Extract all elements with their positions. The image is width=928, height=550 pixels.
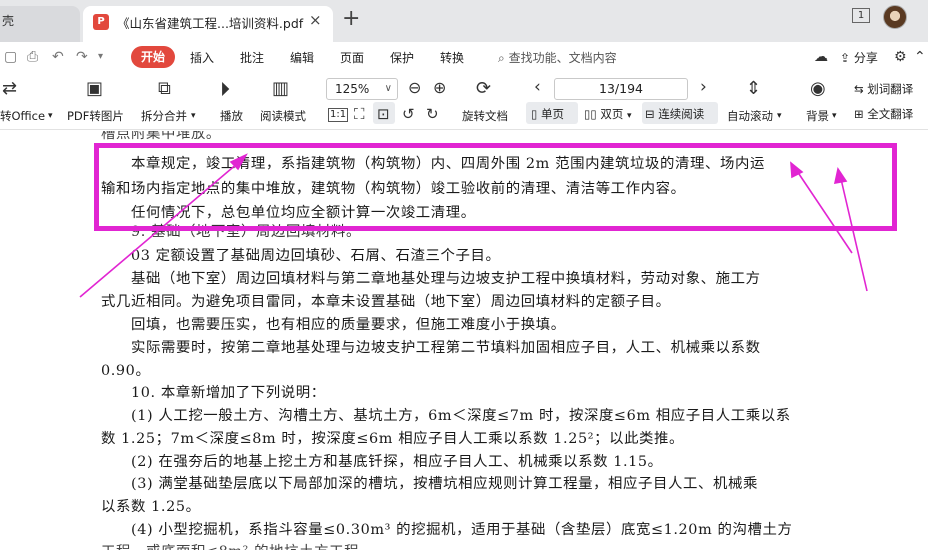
- full-translate-icon: ⊞: [854, 107, 864, 121]
- doc-line: (1) 人工挖一般土方、沟槽土方、基坑土方，6m＜深度≤7m 时，按深度≤6m …: [101, 408, 791, 424]
- single-page-label: 单页: [541, 107, 564, 121]
- doc-line: (3) 满堂基础垫层底以下局部加深的槽坑，按槽坑相应规则计算工程量，相应子目人工…: [101, 476, 758, 492]
- chevron-down-icon[interactable]: ▾: [777, 111, 782, 121]
- split-merge-icon[interactable]: ⧉: [158, 78, 171, 99]
- zoom-in-icon[interactable]: ⊕: [433, 78, 446, 97]
- doc-line: 以系数 1.25。: [101, 499, 201, 515]
- search-placeholder: 查找功能、文档内容: [508, 51, 617, 65]
- menu-start-button[interactable]: 开始: [131, 46, 175, 68]
- share-button[interactable]: ⇪ 分享: [840, 49, 878, 66]
- word-translate-label: 划词翻译: [867, 82, 914, 96]
- double-page-button[interactable]: ▯▯ 双页 ▾: [584, 106, 632, 122]
- continuous-icon: ⊟: [645, 107, 655, 121]
- doc-line: 实际需要时，按第二章地基处理与边坡支护工程第二节填料加固相应子目，人工、机械乘以…: [101, 340, 761, 356]
- read-mode-button[interactable]: 阅读模式: [260, 108, 306, 124]
- highlight-annotation-box: [94, 143, 897, 231]
- doc-line: 基础（地下室）周边回填材料与第二章地基处理与边坡支护工程中换填材料，劳动对象、施…: [101, 271, 761, 287]
- cloud-sync-icon[interactable]: ☁: [814, 49, 828, 65]
- convert-office-icon[interactable]: ⇄: [2, 78, 17, 99]
- new-tab-icon[interactable]: +: [342, 8, 360, 30]
- share-label: 分享: [853, 51, 878, 65]
- single-page-icon: ▯: [531, 107, 538, 121]
- rotate-right-icon[interactable]: ↻: [426, 105, 439, 123]
- auto-scroll-button[interactable]: 自动滚动: [727, 108, 773, 124]
- zoom-value: 125%: [335, 82, 370, 96]
- full-translate-label: 全文翻译: [867, 107, 914, 121]
- chevron-down-icon[interactable]: ▾: [48, 111, 53, 121]
- tab-title: 《山东省建筑工程...培训资料.pdf: [117, 16, 304, 31]
- search-icon: ⌕: [498, 51, 505, 65]
- doc-line: 数 1.25；7m＜深度≤8m 时，按深度≤6m 相应子目人工乘以系数 1.25…: [101, 431, 685, 447]
- minimize-icon[interactable]: ⌃: [914, 49, 926, 65]
- tab-bar: 壳 P 《山东省建筑工程...培训资料.pdf × + 1: [0, 0, 928, 42]
- chevron-down-icon[interactable]: ▾: [98, 51, 103, 62]
- translate-icon: ⇆: [854, 82, 864, 96]
- menu-convert[interactable]: 转换: [440, 49, 464, 66]
- menu-annotate[interactable]: 批注: [240, 49, 264, 66]
- continuous-read-button[interactable]: ⊟ 连续阅读: [645, 106, 704, 122]
- menu-protect[interactable]: 保护: [390, 49, 414, 66]
- doc-line: 0.90。: [101, 363, 151, 379]
- actual-size-icon[interactable]: 1:1: [328, 108, 349, 122]
- chevron-down-icon: ▾: [626, 111, 632, 121]
- document-view[interactable]: 槽点附集中堆放。 本章规定，竣工清理，系指建筑物（构筑物）内、四周外围 2m 范…: [0, 131, 928, 550]
- doc-line: 工程，或底面积≤8m² 的地坑土方工程。: [101, 540, 374, 550]
- single-page-button[interactable]: ▯ 单页: [531, 106, 564, 122]
- full-translate-button[interactable]: ⊞ 全文翻译: [854, 106, 913, 122]
- continuous-label: 连续阅读: [658, 107, 705, 121]
- background-button[interactable]: 背景: [806, 108, 829, 124]
- doc-line: (2) 在强夯后的地基上挖土方和基底钎探，相应子目人工、机械乘以系数 1.15。: [101, 454, 663, 470]
- chevron-down-icon[interactable]: ▾: [191, 111, 196, 121]
- next-page-icon[interactable]: ›: [700, 77, 707, 97]
- play-icon[interactable]: ⏵: [220, 77, 230, 101]
- zoom-select[interactable]: 125% ∨: [326, 78, 398, 100]
- doc-line: 回填，也需要压实，也有相应的质量要求，但施工难度小于换填。: [101, 317, 566, 333]
- eye-icon[interactable]: ◉: [810, 78, 826, 99]
- doc-line: 03 定额设置了基础周边回填砂、石屑、石渣三个子目。: [101, 248, 501, 264]
- book-icon[interactable]: ▥: [272, 78, 289, 99]
- doc-line: 式几近相同。为避免项目雷同，本章未设置基础（地下室）周边回填材料的定额子目。: [101, 294, 671, 310]
- rotate-document-icon[interactable]: ⟳: [476, 78, 491, 99]
- tab-previous-label: 壳: [2, 14, 15, 28]
- tab-previous[interactable]: 壳: [0, 6, 80, 42]
- fit-width-icon[interactable]: ⊡: [377, 105, 390, 123]
- zoom-out-icon[interactable]: ⊖: [408, 78, 421, 97]
- window-count-badge[interactable]: 1: [852, 8, 870, 23]
- rotate-document-button[interactable]: 旋转文档: [462, 108, 508, 124]
- menu-bar: ▢ ⎙ ↶ ↷ ▾ 开始 插入 批注 编辑 页面 保护 转换 ⌕ 查找功能、文档…: [0, 42, 928, 72]
- play-button[interactable]: 播放: [220, 108, 243, 124]
- toolbar: ⇄ 转Office ▾ ▣ PDF转图片 ⧉ 拆分合并 ▾ ⏵ 播放 ▥ 阅读模…: [0, 72, 928, 130]
- tab-active-pdf[interactable]: P 《山东省建筑工程...培训资料.pdf ×: [83, 6, 333, 42]
- undo-icon[interactable]: ↶: [52, 49, 64, 65]
- rotate-left-icon[interactable]: ↺: [402, 105, 415, 123]
- word-translate-button[interactable]: ⇆ 划词翻译: [854, 81, 913, 97]
- pdf-to-image-button[interactable]: PDF转图片: [67, 108, 124, 124]
- search-input[interactable]: ⌕ 查找功能、文档内容: [498, 49, 617, 66]
- doc-line: 10. 本章新增加了下列说明：: [101, 385, 326, 401]
- menu-edit[interactable]: 编辑: [290, 49, 314, 66]
- print-icon[interactable]: ⎙: [27, 49, 38, 65]
- split-merge-button[interactable]: 拆分合并: [141, 108, 187, 124]
- gear-icon[interactable]: ⚙: [894, 49, 907, 65]
- chevron-down-icon[interactable]: ▾: [832, 111, 837, 121]
- previous-page-icon[interactable]: ‹: [534, 77, 541, 97]
- redo-icon[interactable]: ↷: [76, 49, 88, 65]
- chevron-down-icon: ∨: [384, 83, 392, 94]
- menu-page[interactable]: 页面: [340, 49, 364, 66]
- to-office-button[interactable]: 转Office: [0, 108, 45, 124]
- fit-page-icon[interactable]: ⛶: [354, 105, 365, 123]
- doc-line: 槽点附集中堆放。: [101, 131, 221, 142]
- image-icon[interactable]: ▣: [86, 78, 103, 99]
- auto-scroll-icon[interactable]: ⇕: [746, 78, 761, 99]
- pdf-file-icon: P: [93, 14, 109, 30]
- share-icon: ⇪: [840, 51, 851, 65]
- doc-line: (4) 小型挖掘机，系指斗容量≤0.30m³ 的挖掘机，适用于基础（含垫层）底宽…: [101, 522, 793, 538]
- menu-insert[interactable]: 插入: [190, 49, 214, 66]
- page-number-input[interactable]: 13/194: [554, 78, 688, 100]
- avatar[interactable]: [883, 5, 907, 29]
- tab-close-icon[interactable]: ×: [309, 11, 322, 29]
- double-page-label: 双页: [600, 107, 624, 121]
- save-icon[interactable]: ▢: [4, 49, 17, 65]
- double-page-icon: ▯▯: [584, 107, 597, 121]
